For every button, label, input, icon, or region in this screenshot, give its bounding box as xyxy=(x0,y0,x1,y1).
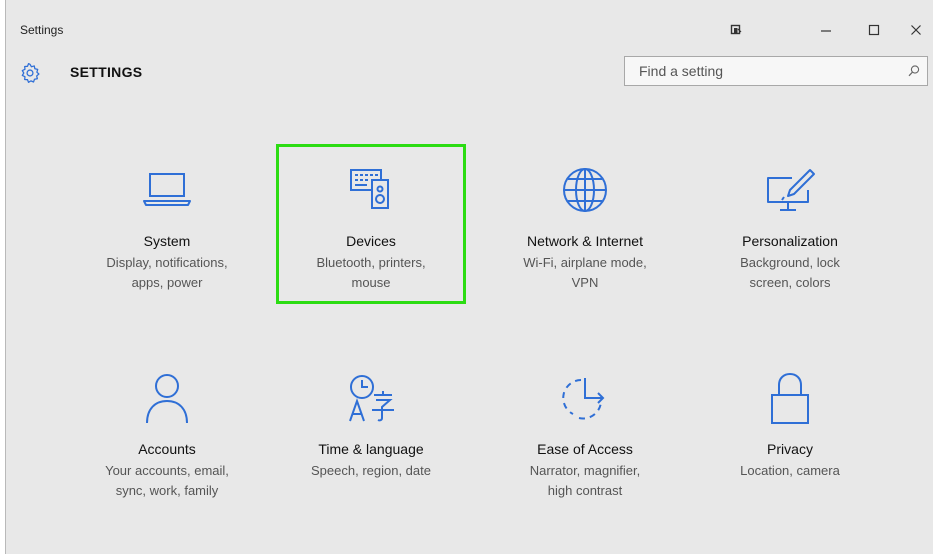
tile-devices[interactable]: Devices Bluetooth, printers, mouse xyxy=(276,144,466,304)
tile-accounts[interactable]: Accounts Your accounts, email, sync, wor… xyxy=(72,352,262,512)
tile-description: Wi-Fi, airplane mode, VPN xyxy=(523,255,647,290)
search-input[interactable] xyxy=(625,57,895,85)
title-bar[interactable]: Settings xyxy=(6,0,933,40)
settings-window: Settings SETTINGS Find a setting System … xyxy=(5,0,933,554)
tile-ease-of-access[interactable]: Ease of Access Narrator, magnifier, high… xyxy=(490,352,680,512)
tile-description: Location, camera xyxy=(740,463,840,478)
maximize-button[interactable] xyxy=(862,20,886,40)
tile-description: Bluetooth, printers, mouse xyxy=(316,255,426,290)
clock-language-icon xyxy=(344,371,398,430)
maximize-icon xyxy=(868,24,880,36)
tile-system[interactable]: System Display, notifications, apps, pow… xyxy=(72,144,262,304)
tile-privacy[interactable]: Privacy Location, camera xyxy=(695,352,885,512)
page-title: SETTINGS xyxy=(70,64,143,80)
tile-description: Display, notifications, apps, power xyxy=(106,255,228,290)
globe-icon xyxy=(560,165,610,220)
person-icon xyxy=(141,371,193,430)
lock-icon xyxy=(767,371,813,430)
snap-icon xyxy=(729,23,743,37)
search-box[interactable] xyxy=(624,56,928,86)
tile-name: System xyxy=(143,233,191,249)
tile-description: Speech, region, date xyxy=(311,463,431,478)
tile-personalization[interactable]: Personalization Background, lock screen,… xyxy=(695,144,885,304)
tile-description: Background, lock screen, colors xyxy=(740,255,840,290)
devices-icon xyxy=(345,164,397,221)
tile-name: Privacy xyxy=(767,441,813,457)
paintbrush-monitor-icon xyxy=(762,164,818,221)
tile-description: Narrator, magnifier, high contrast xyxy=(529,463,641,498)
gear-icon xyxy=(19,62,41,84)
tile-name: Time & language xyxy=(318,441,424,457)
tile-name: Personalization xyxy=(742,233,838,249)
tile-description: Your accounts, email, sync, work, family xyxy=(105,463,229,498)
laptop-icon xyxy=(141,168,193,217)
minimize-button[interactable] xyxy=(814,20,838,40)
tile-name: Ease of Access xyxy=(537,441,633,457)
close-icon xyxy=(910,24,922,36)
window-title: Settings xyxy=(20,23,64,37)
tile-name: Devices xyxy=(346,233,396,249)
ease-of-access-icon xyxy=(559,372,611,429)
tile-name: Network & Internet xyxy=(527,233,643,249)
minimize-icon xyxy=(820,24,832,36)
search-icon[interactable] xyxy=(907,64,921,78)
snap-button[interactable] xyxy=(724,20,748,40)
tile-name: Accounts xyxy=(138,441,196,457)
tile-network-internet[interactable]: Network & Internet Wi-Fi, airplane mode,… xyxy=(490,144,680,304)
tile-time-language[interactable]: Time & language Speech, region, date xyxy=(276,352,466,512)
close-button[interactable] xyxy=(904,20,928,40)
